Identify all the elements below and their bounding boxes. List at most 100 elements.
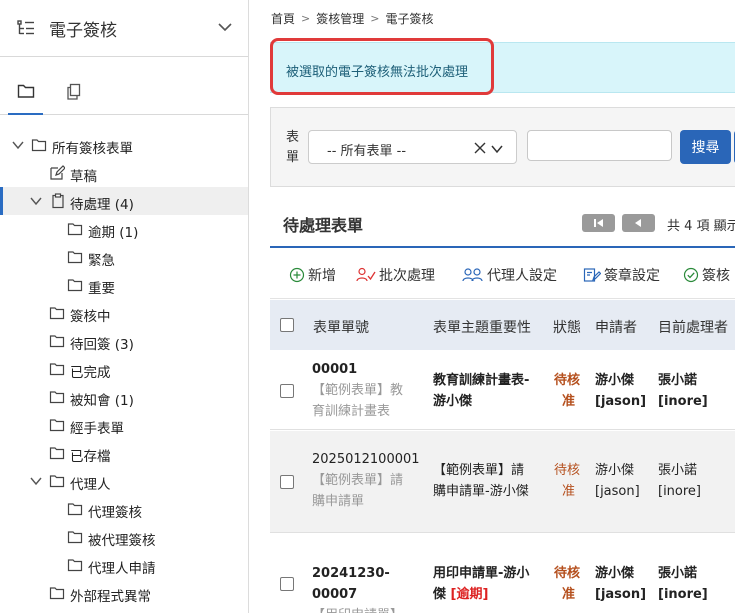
applicant-account: [jason]: [595, 394, 647, 409]
folder-icon: [49, 417, 65, 433]
tree-item-label: 經手表單: [70, 421, 124, 437]
folder-tab-icon[interactable]: [17, 83, 37, 101]
folder-icon: [67, 221, 83, 237]
subject-cell[interactable]: 用印申請單-游小 傑 [逾期]: [433, 563, 548, 605]
users-icon: [462, 268, 483, 282]
tree-item-proxied-sign[interactable]: 被代理簽核: [0, 523, 248, 551]
tree-item-label: 被知會 (1): [70, 393, 134, 409]
sign-label: 簽核: [702, 268, 730, 284]
row-checkbox[interactable]: [280, 384, 294, 398]
tree-item-completed[interactable]: 已完成: [0, 355, 248, 383]
chevron-right-icon: >: [370, 12, 380, 25]
overdue-badge: [逾期]: [450, 587, 489, 602]
tree-item-important[interactable]: 重要: [0, 271, 248, 299]
subject-cell[interactable]: 【範例表單】請 購申請單-游小傑: [433, 460, 548, 502]
breadcrumb-approval-mgmt[interactable]: 簽核管理: [316, 10, 364, 27]
breadcrumb-home[interactable]: 首頁: [271, 10, 295, 27]
tree-item-handled[interactable]: 經手表單: [0, 411, 248, 439]
th-applicant[interactable]: 申請者: [595, 317, 637, 337]
status-line2: 准: [562, 484, 576, 499]
handler-account: [inore]: [658, 587, 708, 602]
check-circle-icon: [683, 267, 699, 283]
clear-icon[interactable]: [474, 142, 486, 154]
search-button[interactable]: 搜尋: [680, 130, 731, 164]
prev-page-button[interactable]: [622, 214, 655, 232]
table-row[interactable]: 20241230-00007 【用印申請單】 用印申請單-游小 傑 [逾期] 待…: [270, 534, 735, 613]
chevron-down-icon[interactable]: [218, 21, 232, 36]
alert-highlight-box: [270, 38, 494, 95]
form-select[interactable]: -- 所有表單 --: [308, 130, 517, 164]
form-number[interactable]: 00001: [312, 359, 427, 380]
tree-item-proxy-sign[interactable]: 代理簽核: [0, 495, 248, 523]
tree-item-notified[interactable]: 被知會 (1): [0, 383, 248, 411]
folder-icon: [49, 585, 65, 601]
tree-item-label: 所有簽核表單: [52, 141, 133, 157]
sidebar-header[interactable]: 電子簽核: [0, 0, 248, 57]
tree-item-label: 已完成: [70, 365, 111, 381]
tree-item-urgent[interactable]: 緊急: [0, 243, 248, 271]
tree-item-proxy-apply[interactable]: 代理人申請: [0, 551, 248, 579]
folder-icon: [49, 305, 65, 321]
form-select-value: -- 所有表單 --: [327, 144, 407, 159]
subject-line2: 購申請單-游小傑: [433, 484, 529, 499]
chevron-down-icon[interactable]: [12, 139, 24, 151]
table-row[interactable]: 00001 【範例表單】教 育訓練計畫表 教育訓練計畫表- 游小傑 待核 准 游…: [270, 350, 735, 430]
tree-item-label: 待回簽 (3): [70, 337, 134, 353]
tree-item-all-forms[interactable]: 所有簽核表單: [0, 131, 248, 159]
select-all-checkbox[interactable]: [280, 318, 294, 332]
applicant-name: 游小傑: [595, 373, 635, 388]
sign-button[interactable]: 簽核: [683, 265, 730, 285]
sidebar-title: 電子簽核: [49, 20, 117, 41]
folder-icon: [67, 249, 83, 265]
tree-item-overdue[interactable]: 逾期 (1): [0, 215, 248, 243]
tree-item-proxy[interactable]: 代理人: [0, 467, 248, 495]
add-label: 新增: [308, 268, 336, 284]
row-checkbox[interactable]: [280, 577, 294, 591]
sidebar: 電子簽核 所有簽核表單 草稿 待處理 (4) 逾期 (1) 緊急 重要 簽核中 …: [0, 0, 249, 613]
tree-item-pending[interactable]: 待處理 (4): [0, 187, 248, 215]
copy-tab-icon[interactable]: [66, 83, 86, 101]
seal-icon: [583, 268, 601, 282]
filter-label: 表單: [286, 130, 300, 165]
section-divider: [270, 246, 735, 248]
add-circle-icon: [289, 267, 305, 283]
table-row[interactable]: 2025012100001 【範例表單】請 購申請單 【範例表單】請 購申請單-…: [270, 431, 735, 533]
tree-item-external-error[interactable]: 外部程式異常: [0, 579, 248, 607]
tree-item-in-review[interactable]: 簽核中: [0, 299, 248, 327]
user-check-icon: [356, 267, 376, 282]
breadcrumb-current: 電子簽核: [385, 12, 434, 26]
chevron-down-icon[interactable]: [30, 475, 42, 487]
applicant-cell: 游小傑 [jason]: [595, 563, 646, 605]
tree-item-awaiting-return[interactable]: 待回簽 (3): [0, 327, 248, 355]
subject-line1: 用印申請單-游小: [433, 566, 530, 581]
form-number[interactable]: 20241230-00007: [312, 563, 430, 605]
form-number[interactable]: 2025012100001: [312, 449, 427, 470]
status-line2: 准: [562, 587, 576, 602]
subject-cell[interactable]: 教育訓練計畫表- 游小傑: [433, 370, 548, 412]
clipboard-icon: [50, 193, 66, 209]
first-page-button[interactable]: [582, 214, 615, 232]
proxy-settings-button[interactable]: 代理人設定: [462, 265, 557, 285]
th-subject[interactable]: 表單主題重要性: [433, 317, 531, 337]
sidebar-tabs: [0, 57, 248, 115]
th-form-number[interactable]: 表單單號: [313, 317, 369, 337]
tree-item-archived[interactable]: 已存檔: [0, 439, 248, 467]
tree-item-label: 待處理 (4): [70, 197, 134, 213]
folder-icon: [49, 361, 65, 377]
folder-icon: [31, 137, 47, 153]
form-name-line1: 【範例表單】請: [312, 473, 404, 488]
tree-item-draft[interactable]: 草稿: [0, 159, 248, 187]
search-input[interactable]: [527, 130, 672, 161]
handler-cell: 張小諾 [inore]: [658, 460, 701, 502]
status-line2: 准: [562, 394, 576, 409]
chevron-down-icon[interactable]: [491, 143, 503, 154]
status-cell: 待核 准: [554, 460, 580, 502]
th-handler[interactable]: 目前處理者: [658, 317, 728, 337]
chevron-down-icon[interactable]: [30, 195, 42, 207]
add-button[interactable]: 新增: [289, 265, 336, 285]
batch-process-button[interactable]: 批次處理: [356, 265, 435, 285]
seal-settings-button[interactable]: 簽章設定: [583, 265, 660, 285]
th-status[interactable]: 狀態: [553, 317, 581, 337]
row-checkbox[interactable]: [280, 475, 294, 489]
handler-name: 張小諾: [658, 373, 698, 388]
